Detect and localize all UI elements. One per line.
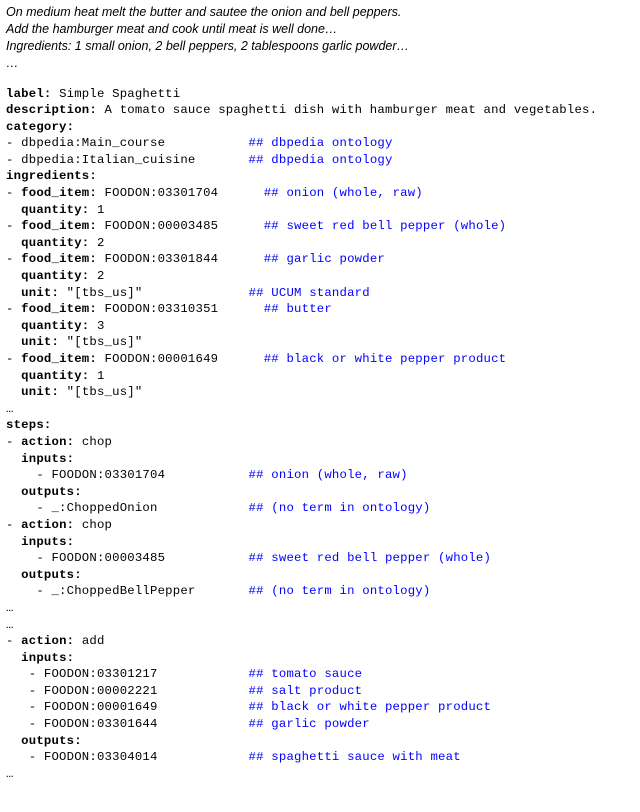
key-unit: unit: (21, 286, 59, 300)
comment: ## (no term in ontology) (249, 501, 431, 515)
val-unit: "[tbs_us]" (59, 286, 248, 300)
intro-line-4: … (6, 55, 634, 72)
output-item: - _:ChoppedOnion (6, 501, 249, 515)
val-unit: "[tbs_us]" (59, 385, 142, 399)
key-ingredients: ingredients: (6, 169, 97, 183)
key-quantity: quantity: (21, 269, 89, 283)
key-action: action: (21, 518, 74, 532)
ellipsis: … (6, 618, 14, 632)
key-inputs: inputs: (21, 452, 74, 466)
input-item: - FOODON:00001649 (6, 700, 249, 714)
comment: ## (no term in ontology) (249, 584, 431, 598)
key-quantity: quantity: (21, 236, 89, 250)
val-unit: "[tbs_us]" (59, 335, 142, 349)
key-quantity: quantity: (21, 203, 89, 217)
cat-item-2-comment: ## dbpedia ontology (249, 153, 393, 167)
ellipsis: … (6, 767, 14, 781)
cat-item-1-comment: ## dbpedia ontology (249, 136, 393, 150)
output-item: - FOODON:03304014 (6, 750, 249, 764)
val-quantity: 2 (89, 236, 104, 250)
cat-item-2: - dbpedia:Italian_cuisine (6, 153, 249, 167)
val-food-item: FOODON:00001649 (97, 352, 264, 366)
val-action: chop (74, 435, 112, 449)
key-quantity: quantity: (21, 369, 89, 383)
ellipsis: … (6, 601, 14, 615)
comment: ## onion (whole, raw) (264, 186, 423, 200)
intro-line-1: On medium heat melt the butter and saute… (6, 4, 634, 21)
val-quantity: 1 (89, 369, 104, 383)
val-action: chop (74, 518, 112, 532)
val-food-item: FOODON:03301704 (97, 186, 264, 200)
ing-dash: - (6, 352, 21, 366)
comment: ## butter (264, 302, 332, 316)
comment: ## spaghetti sauce with meat (249, 750, 461, 764)
val-quantity: 1 (89, 203, 104, 217)
step-dash: - (6, 634, 21, 648)
ing-dash: - (6, 252, 21, 266)
comment: ## salt product (249, 684, 363, 698)
key-food-item: food_item: (21, 302, 97, 316)
comment: ## black or white pepper product (264, 352, 507, 366)
step-dash: - (6, 518, 21, 532)
key-quantity: quantity: (21, 319, 89, 333)
comment: ## UCUM standard (249, 286, 370, 300)
val-food-item: FOODON:03310351 (97, 302, 264, 316)
comment: ## garlic powder (249, 717, 370, 731)
input-item: - FOODON:00003485 (6, 551, 249, 565)
key-unit: unit: (21, 335, 59, 349)
comment: ## tomato sauce (249, 667, 363, 681)
input-item: - FOODON:03301217 (6, 667, 249, 681)
key-food-item: food_item: (21, 252, 97, 266)
input-item: - FOODON:03301704 (6, 468, 249, 482)
key-food-item: food_item: (21, 352, 97, 366)
intro-line-2: Add the hamburger meat and cook until me… (6, 21, 634, 38)
key-description: description: (6, 103, 97, 117)
comment: ## sweet red bell pepper (whole) (264, 219, 507, 233)
val-label: Simple Spaghetti (51, 87, 180, 101)
key-food-item: food_item: (21, 219, 97, 233)
key-action: action: (21, 435, 74, 449)
yaml-block: label: Simple Spaghetti description: A t… (6, 86, 634, 783)
key-outputs: outputs: (21, 568, 82, 582)
intro-line-3: Ingredients: 1 small onion, 2 bell peppe… (6, 38, 634, 55)
val-food-item: FOODON:03301844 (97, 252, 264, 266)
comment: ## black or white pepper product (249, 700, 492, 714)
val-quantity: 3 (89, 319, 104, 333)
key-inputs: inputs: (21, 651, 74, 665)
key-food-item: food_item: (21, 186, 97, 200)
val-action: add (74, 634, 104, 648)
ing-dash: - (6, 302, 21, 316)
key-action: action: (21, 634, 74, 648)
key-label: label: (6, 87, 51, 101)
ellipsis: … (6, 402, 14, 416)
val-food-item: FOODON:00003485 (97, 219, 264, 233)
val-description: A tomato sauce spaghetti dish with hambu… (97, 103, 597, 117)
step-dash: - (6, 435, 21, 449)
key-outputs: outputs: (21, 485, 82, 499)
comment: ## garlic powder (264, 252, 385, 266)
input-item: - FOODON:00002221 (6, 684, 249, 698)
ing-dash: - (6, 186, 21, 200)
key-steps: steps: (6, 418, 51, 432)
input-item: - FOODON:03301644 (6, 717, 249, 731)
cat-item-1: - dbpedia:Main_course (6, 136, 249, 150)
comment: ## onion (whole, raw) (249, 468, 408, 482)
ing-dash: - (6, 219, 21, 233)
key-unit: unit: (21, 385, 59, 399)
key-category: category: (6, 120, 74, 134)
intro-text: On medium heat melt the butter and saute… (6, 4, 634, 72)
key-outputs: outputs: (21, 734, 82, 748)
comment: ## sweet red bell pepper (whole) (249, 551, 492, 565)
val-quantity: 2 (89, 269, 104, 283)
output-item: - _:ChoppedBellPepper (6, 584, 249, 598)
key-inputs: inputs: (21, 535, 74, 549)
